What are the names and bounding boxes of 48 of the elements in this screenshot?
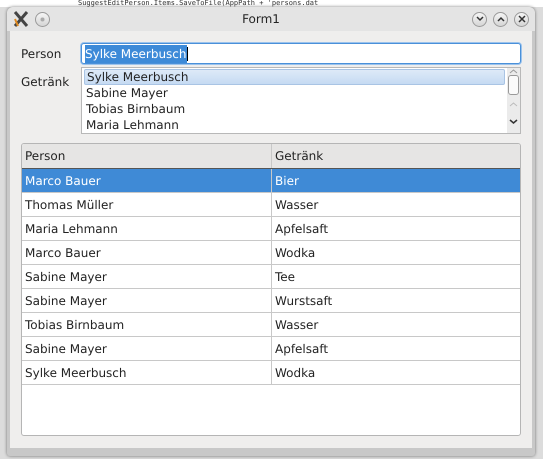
table-cell-text: Wodka [274,364,316,382]
table-cell: Sabine Mayer [22,289,272,312]
table-cell-text: Wodka [274,244,316,262]
minimize-button[interactable] [472,12,487,26]
table-row[interactable]: Sylke Meerbusch Wodka [22,361,520,385]
table-row[interactable]: Marco Bauer Wodka [22,241,520,265]
table-row[interactable]: Maria Lehmann Apfelsaft [22,217,520,241]
list-item[interactable]: Sabine Mayer [84,85,505,101]
table-row[interactable]: Tobias Birnbaum Wasser [22,313,520,337]
window-menu-button[interactable] [35,12,50,26]
table-cell: Tobias Birnbaum [22,313,272,336]
table-cell-text: Apfelsaft [274,220,330,238]
table-row[interactable]: Marco Bauer Bier [22,169,520,193]
list-item[interactable]: Sylke Meerbusch [84,69,505,85]
table-cell: Marco Bauer [22,169,272,192]
scrollbar[interactable] [507,68,520,133]
close-icon [518,15,526,23]
table-cell: Marco Bauer [22,241,272,264]
table-cell: Sylke Meerbusch [22,361,272,384]
maximize-button[interactable] [493,12,508,26]
close-button[interactable] [514,12,529,26]
table-cell: Sabine Mayer [22,265,272,288]
table-cell-text: Tee [274,268,296,286]
table-cell-text: Apfelsaft [274,340,330,358]
chevron-up-icon [496,16,504,22]
table-cell-text: Bier [274,172,300,190]
scroll-down-icon[interactable] [509,118,518,125]
chevron-down-icon [476,16,484,22]
table-row[interactable]: Sabine Mayer Wurstsaft [22,289,520,313]
list-item[interactable]: Maria Lehmann [84,117,505,133]
table-cell: Sabine Mayer [22,337,272,360]
column-header[interactable]: Person [22,144,272,168]
column-header[interactable]: Getränk [272,144,520,168]
table-cell: Maria Lehmann [22,217,272,240]
person-label: Person [21,46,62,62]
table-row[interactable]: Sabine Mayer Tee [22,265,520,289]
table-row[interactable]: Sabine Mayer Apfelsaft [22,337,520,361]
table-cell: Thomas Müller [22,193,272,216]
table-row[interactable]: Thomas Müller Wasser [22,193,520,217]
app-icon [13,11,29,27]
person-input-field[interactable]: Sylke Meerbusch [81,43,521,64]
list-item[interactable]: Tobias Birnbaum [84,101,505,117]
drink-label: Getränk [21,74,70,91]
table-cell-text: Wasser [274,196,320,214]
table-cell-text: Wurstsaft [274,292,334,310]
window-title: Form1 [241,11,281,28]
table-cell-text: Wasser [274,316,320,334]
dot-icon [40,16,45,22]
